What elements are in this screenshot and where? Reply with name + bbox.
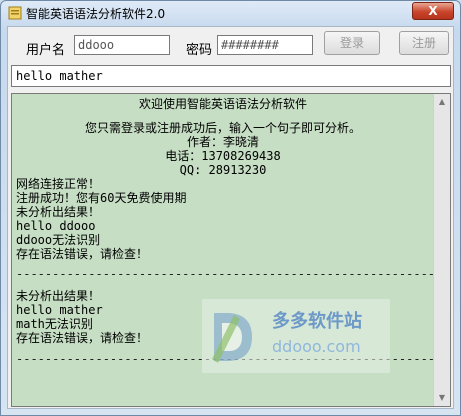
instruction-line: 您只需登录或注册成功后，输入一个句子即可分析。 xyxy=(84,121,361,135)
username-label: 用户名 xyxy=(26,43,66,58)
log-line: 存在语法错误，请检查！ xyxy=(16,247,149,261)
log-line: math无法识别 xyxy=(16,317,93,331)
close-button[interactable]: X xyxy=(412,2,454,20)
watermark-domain: ddooo.com xyxy=(272,337,361,356)
qq-line: QQ: 28913230 xyxy=(179,163,267,177)
watermark-logo-icon xyxy=(212,313,252,363)
log-line: hello mather xyxy=(16,303,103,317)
output-text: 欢迎使用智能英语语法分析软件 您只需登录或注册成功后，输入一个句子即可分析。 作… xyxy=(12,94,450,406)
watermark-brand: 多多软件站 xyxy=(272,311,362,332)
log-line: 网络连接正常！ xyxy=(16,177,101,191)
scroll-down-icon[interactable]: ▼ xyxy=(434,390,450,406)
log-line: 未分析出结果！ xyxy=(16,289,101,303)
separator-line: ----------------------------------------… xyxy=(16,267,451,281)
log-line: ddooo无法识别 xyxy=(16,233,101,247)
log-line: 存在语法错误，请检查！ xyxy=(16,331,149,345)
app-window: 智能英语语法分析软件2.0 X 用户名 ddooo 密码 ######## 登录… xyxy=(0,0,461,416)
phone-line: 电话：13708269438 xyxy=(165,149,281,163)
author-line: 作者：李晓清 xyxy=(186,135,259,149)
watermark: 多多软件站 ddooo.com xyxy=(202,299,390,373)
output-panel[interactable]: 欢迎使用智能英语语法分析软件 您只需登录或注册成功后，输入一个句子即可分析。 作… xyxy=(11,93,451,407)
app-icon xyxy=(8,6,22,20)
log-line: 注册成功！您有60天免费使用期 xyxy=(16,191,187,205)
username-input[interactable]: ddooo xyxy=(74,35,170,55)
log-line: 未分析出结果！ xyxy=(16,205,101,219)
register-button[interactable]: 注册 xyxy=(399,31,449,55)
login-button[interactable]: 登录 xyxy=(324,31,380,55)
title-bar[interactable]: 智能英语语法分析软件2.0 X xyxy=(1,1,460,25)
sentence-input[interactable]: hello mather xyxy=(11,65,451,87)
password-label: 密码 xyxy=(186,43,213,58)
client-area: 用户名 ddooo 密码 ######## 登录 注册 hello mather… xyxy=(7,26,454,409)
vertical-scrollbar[interactable]: ▲ ▼ xyxy=(433,94,450,406)
window-title: 智能英语语法分析软件2.0 xyxy=(26,7,166,21)
scroll-up-icon[interactable]: ▲ xyxy=(434,94,450,110)
password-input[interactable]: ######## xyxy=(217,35,313,55)
welcome-line: 欢迎使用智能英语语法分析软件 xyxy=(138,97,307,111)
close-icon: X xyxy=(428,4,438,18)
log-line: hello ddooo xyxy=(16,219,96,233)
